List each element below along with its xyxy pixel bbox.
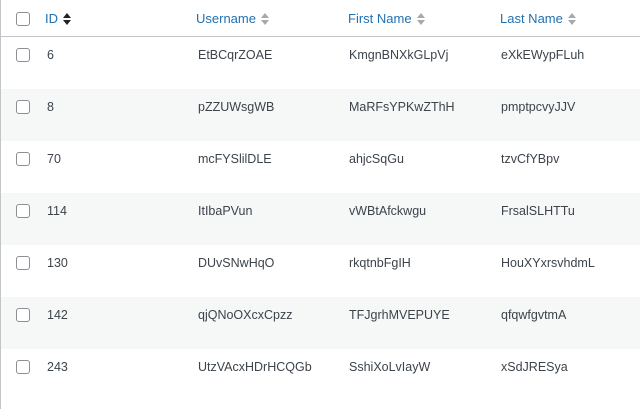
- sort-icon: [260, 12, 269, 26]
- cell-last-name: pmptpcvyJJV: [501, 100, 576, 114]
- row-checkbox[interactable]: [16, 308, 30, 322]
- row-checkbox[interactable]: [16, 256, 30, 270]
- row-checkbox[interactable]: [16, 48, 30, 62]
- table-row: 6 EtBCqrZOAE KmgnBNXkGLpVj eXkEWypFLuh: [1, 37, 640, 89]
- sort-icon: [567, 12, 576, 26]
- table-row: 130 DUvSNwHqO rkqtnbFgIH HouXYxrsvhdmL: [1, 245, 640, 297]
- cell-id: 70: [47, 152, 61, 166]
- cell-first-name: MaRFsYPKwZThH: [349, 100, 455, 114]
- table-row: 243 UtzVAcxHDrHCQGb SshiXoLvIayW xSdJRES…: [1, 349, 640, 401]
- cell-username: pZZUWsgWB: [198, 100, 275, 114]
- cell-first-name: rkqtnbFgIH: [349, 256, 411, 270]
- row-checkbox[interactable]: [16, 152, 30, 166]
- column-header-first-name[interactable]: First Name: [348, 0, 425, 37]
- row-checkbox[interactable]: [16, 204, 30, 218]
- row-checkbox[interactable]: [16, 360, 30, 374]
- cell-id: 130: [47, 256, 68, 270]
- column-header-username-label: Username: [196, 11, 256, 26]
- table-body: 6 EtBCqrZOAE KmgnBNXkGLpVj eXkEWypFLuh 8…: [1, 37, 640, 401]
- cell-username: mcFYSlilDLE: [198, 152, 272, 166]
- cell-username: DUvSNwHqO: [198, 256, 275, 270]
- table-row: 142 qjQNoOXcxCpzz TFJgrhMVEPUYE qfqwfgvt…: [1, 297, 640, 349]
- cell-id: 6: [47, 48, 54, 62]
- users-table: ID Username First Name Last Name 6 EtBCq…: [0, 0, 640, 409]
- cell-username: UtzVAcxHDrHCQGb: [198, 360, 312, 374]
- column-header-username[interactable]: Username: [196, 0, 269, 37]
- cell-last-name: FrsalSLHTTu: [501, 204, 575, 218]
- table-row: 8 pZZUWsgWB MaRFsYPKwZThH pmptpcvyJJV: [1, 89, 640, 141]
- select-all-checkbox[interactable]: [16, 12, 30, 26]
- column-header-id[interactable]: ID: [45, 0, 71, 37]
- column-header-id-label: ID: [45, 11, 58, 26]
- cell-last-name: qfqwfgvtmA: [501, 308, 567, 322]
- cell-first-name: ahjcSqGu: [349, 152, 404, 166]
- cell-id: 8: [47, 100, 54, 114]
- cell-first-name: KmgnBNXkGLpVj: [349, 48, 449, 62]
- table-row: 70 mcFYSlilDLE ahjcSqGu tzvCfYBpv: [1, 141, 640, 193]
- cell-id: 243: [47, 360, 68, 374]
- table-row: 114 ItIbaPVun vWBtAfckwgu FrsalSLHTTu: [1, 193, 640, 245]
- sort-icon: [416, 12, 425, 26]
- cell-username: ItIbaPVun: [198, 204, 253, 218]
- cell-first-name: TFJgrhMVEPUYE: [349, 308, 450, 322]
- cell-first-name: vWBtAfckwgu: [349, 204, 427, 218]
- cell-id: 142: [47, 308, 68, 322]
- row-checkbox[interactable]: [16, 100, 30, 114]
- cell-id: 114: [47, 204, 67, 218]
- cell-last-name: HouXYxrsvhdmL: [501, 256, 595, 270]
- sort-asc-icon: [63, 12, 71, 26]
- column-header-last-name-label: Last Name: [500, 11, 563, 26]
- cell-last-name: eXkEWypFLuh: [501, 48, 585, 62]
- column-header-first-name-label: First Name: [348, 11, 412, 26]
- cell-username: EtBCqrZOAE: [198, 48, 273, 62]
- cell-last-name: xSdJRESya: [501, 360, 568, 374]
- table-header: ID Username First Name Last Name: [1, 0, 640, 37]
- column-header-last-name[interactable]: Last Name: [500, 0, 576, 37]
- cell-last-name: tzvCfYBpv: [501, 152, 560, 166]
- cell-first-name: SshiXoLvIayW: [349, 360, 431, 374]
- cell-username: qjQNoOXcxCpzz: [198, 308, 293, 322]
